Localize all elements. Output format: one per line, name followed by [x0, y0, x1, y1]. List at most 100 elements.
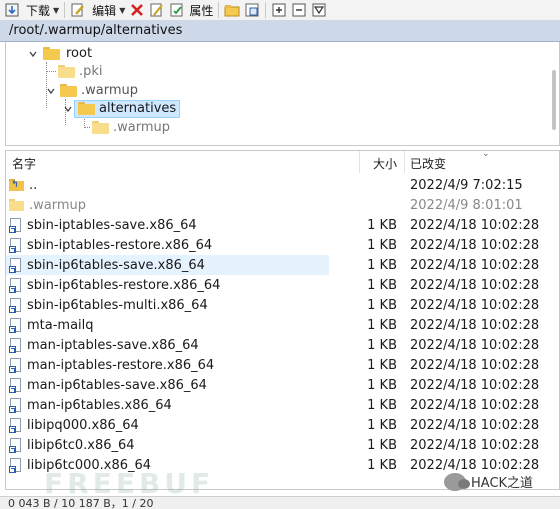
parent-folder-icon: ↰ [9, 179, 24, 191]
file-size: 1 KB [367, 357, 397, 373]
folder-icon [92, 121, 109, 134]
path-bar[interactable]: /root/.warmup/alternatives [0, 20, 560, 42]
toolbar-divider [218, 2, 220, 18]
column-divider[interactable] [359, 151, 360, 173]
file-date: 2022/4/18 10:02:28 [410, 297, 540, 313]
file-name-cell: libip6tc0.x86_64 [9, 437, 135, 453]
scrollbar-thumb[interactable] [552, 70, 556, 130]
file-size: 1 KB [367, 297, 397, 313]
download-icon [4, 2, 20, 18]
tree-connector [84, 127, 90, 128]
list-header: 名字 大小 已改变 ⌄ [6, 151, 559, 173]
edit-label: 编辑 [92, 3, 117, 18]
download-button[interactable]: 下载 ▼ [2, 1, 61, 19]
symlink-file-icon [9, 317, 22, 333]
download-label: 下载 [26, 3, 51, 18]
properties-button[interactable]: 属性 [167, 1, 215, 19]
edit-icon [70, 2, 86, 18]
wechat-icon [444, 472, 470, 491]
tree-node-label: .pki [79, 64, 103, 79]
sync-button[interactable] [242, 1, 262, 19]
tree-node-label: root [66, 46, 93, 61]
filter-icon [311, 2, 327, 18]
file-date: 2022/4/18 10:02:28 [410, 217, 540, 233]
list-item[interactable]: libip6tc0.x86_64 1 KB 2022/4/18 10:02:28 [6, 435, 559, 455]
symlink-file-icon [9, 457, 22, 473]
chevron-down-icon[interactable]: ▼ [119, 6, 125, 15]
tree-scrollbar[interactable] [549, 42, 559, 146]
list-item[interactable]: man-iptables-restore.x86_64 1 KB 2022/4/… [6, 355, 559, 375]
symlink-file-icon [9, 257, 22, 273]
symlink-file-icon [9, 417, 22, 433]
file-date: 2022/4/18 10:02:28 [410, 317, 540, 333]
file-date: 2022/4/18 10:02:28 [410, 257, 540, 273]
new-folder-icon [224, 2, 240, 18]
chevron-down-icon[interactable] [28, 49, 38, 59]
list-item[interactable]: sbin-ip6tables-multi.x86_64 1 KB 2022/4/… [6, 295, 559, 315]
collapse-button[interactable] [289, 1, 309, 19]
folder-icon [43, 47, 60, 60]
file-name-cell: man-ip6tables.x86_64 [9, 397, 172, 413]
list-item[interactable]: sbin-iptables-save.x86_64 1 KB 2022/4/18… [6, 215, 559, 235]
list-item[interactable]: man-ip6tables.x86_64 1 KB 2022/4/18 10:0… [6, 395, 559, 415]
file-name: man-ip6tables-save.x86_64 [27, 377, 207, 393]
selected-node[interactable]: alternatives [74, 99, 181, 118]
file-name-cell: sbin-iptables-save.x86_64 [9, 217, 197, 233]
column-header-name[interactable]: 名字 [12, 155, 36, 172]
status-bar: 0 043 B / 10 187 B，1 / 20 [0, 496, 560, 509]
folder-icon [78, 102, 95, 115]
file-name-cell: sbin-ip6tables-save.x86_64 [9, 257, 205, 273]
folder-tree: root .pki .warmup alternatives .warmup [5, 42, 560, 146]
list-item[interactable]: man-ip6tables-save.x86_64 1 KB 2022/4/18… [6, 375, 559, 395]
tree-node-root[interactable]: root [28, 44, 92, 63]
list-item[interactable]: sbin-ip6tables-restore.x86_64 1 KB 2022/… [6, 275, 559, 295]
file-size: 1 KB [367, 337, 397, 353]
tree-node-alternatives[interactable]: alternatives [63, 99, 181, 118]
filter-button[interactable] [309, 1, 329, 19]
rename-icon [149, 2, 165, 18]
tree-node-warmup[interactable]: .warmup [46, 81, 138, 100]
plus-icon [271, 2, 287, 18]
file-name-cell: man-iptables-save.x86_64 [9, 337, 199, 353]
symlink-file-icon [9, 237, 22, 253]
delete-button[interactable] [127, 1, 147, 19]
toolbar-divider [64, 2, 66, 18]
tree-node-warmup-child[interactable]: .warmup [92, 118, 170, 137]
column-divider[interactable] [404, 151, 405, 173]
list-item[interactable]: .warmup 2022/4/9 8:01:01 [6, 195, 559, 215]
chevron-down-icon[interactable] [63, 104, 73, 114]
column-header-modified[interactable]: 已改变 [410, 155, 446, 172]
file-name-cell: man-ip6tables-save.x86_64 [9, 377, 207, 393]
file-name: man-iptables-restore.x86_64 [27, 357, 215, 373]
chevron-down-icon[interactable]: ▼ [53, 6, 59, 15]
list-item-hovered[interactable]: sbin-ip6tables-save.x86_64 [6, 255, 329, 275]
rename-button[interactable] [147, 1, 167, 19]
file-size: 1 KB [367, 257, 397, 273]
column-header-size[interactable]: 大小 [373, 155, 397, 172]
list-item[interactable]: sbin-iptables-restore.x86_64 1 KB 2022/4… [6, 235, 559, 255]
file-name-cell: .warmup [9, 198, 86, 213]
symlink-file-icon [9, 217, 22, 233]
list-item[interactable]: mta-mailq 1 KB 2022/4/18 10:02:28 [6, 315, 559, 335]
list-item[interactable]: man-iptables-save.x86_64 1 KB 2022/4/18 … [6, 335, 559, 355]
symlink-file-icon [9, 277, 22, 293]
file-date: 2022/4/18 10:02:28 [410, 337, 540, 353]
file-name-cell: libipq000.x86_64 [9, 417, 139, 433]
edit-button[interactable]: 编辑 ▼ [68, 1, 127, 19]
expand-button[interactable] [269, 1, 289, 19]
file-date: 2022/4/18 10:02:28 [410, 237, 540, 253]
chevron-down-icon[interactable] [46, 86, 56, 96]
tree-node-pki[interactable]: .pki [58, 62, 103, 81]
list-item[interactable]: ↰ .. 2022/4/9 7:02:15 [6, 175, 559, 195]
new-folder-button[interactable] [222, 1, 242, 19]
file-size: 1 KB [367, 317, 397, 333]
tree-node-label: .warmup [113, 120, 171, 135]
file-date: 2022/4/18 10:02:28 [410, 357, 540, 373]
properties-label: 属性 [189, 3, 214, 18]
file-date: 2022/4/9 7:02:15 [410, 177, 523, 193]
symlink-file-icon [9, 357, 22, 373]
file-date: 2022/4/18 10:02:28 [410, 377, 540, 393]
list-item[interactable]: libipq000.x86_64 1 KB 2022/4/18 10:02:28 [6, 415, 559, 435]
file-date: 2022/4/18 10:02:28 [410, 417, 540, 433]
minus-icon [291, 2, 307, 18]
